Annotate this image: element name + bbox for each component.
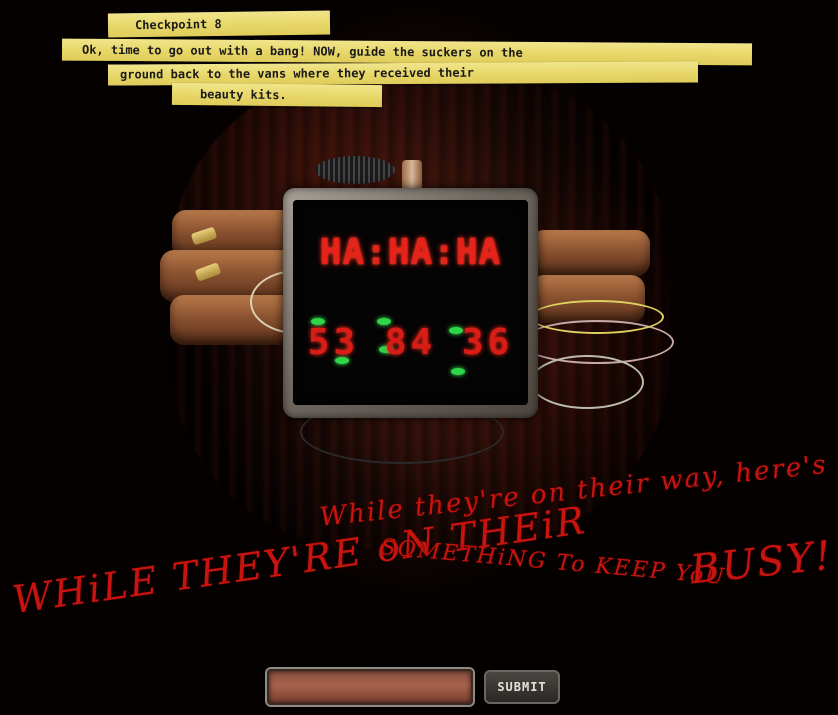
timer-countdown: 53 84 36 (307, 322, 514, 363)
submit-button[interactable]: SUBMIT (484, 670, 560, 704)
dynamite-stick-icon (530, 230, 650, 276)
wire-icon (530, 355, 644, 409)
instruction-line-2: ground back to the vans where they recei… (119, 65, 475, 82)
checkpoint-title-tape: Checkpoint 8 (107, 10, 331, 38)
instruction-line-3: beauty kits. (199, 87, 287, 103)
instruction-tape-3: beauty kits. (171, 82, 383, 108)
time-bomb-illustration: HA:HA:HA 53 84 36 (150, 150, 710, 464)
timer-panel: HA:HA:HA 53 84 36 (283, 188, 538, 418)
timer-display-top: HA:HA:HA (319, 232, 502, 273)
instruction-line-1: Ok, time to go out with a bang! NOW, gui… (81, 42, 523, 60)
timer-screen: HA:HA:HA 53 84 36 (293, 200, 528, 405)
checkpoint-title: Checkpoint 8 (134, 16, 222, 33)
wire-icon (530, 300, 664, 334)
answer-input[interactable] (267, 669, 473, 705)
puzzle-page: Checkpoint 8 Ok, time to go out with a b… (0, 0, 838, 715)
coiled-cord-icon (315, 156, 395, 184)
taunt-busy: BUSY! (687, 532, 836, 594)
instruction-tape-2: ground back to the vans where they recei… (107, 61, 699, 86)
taunt-message: While they're on their way, here's a Lit… (0, 437, 838, 640)
green-led-icon (451, 368, 465, 375)
